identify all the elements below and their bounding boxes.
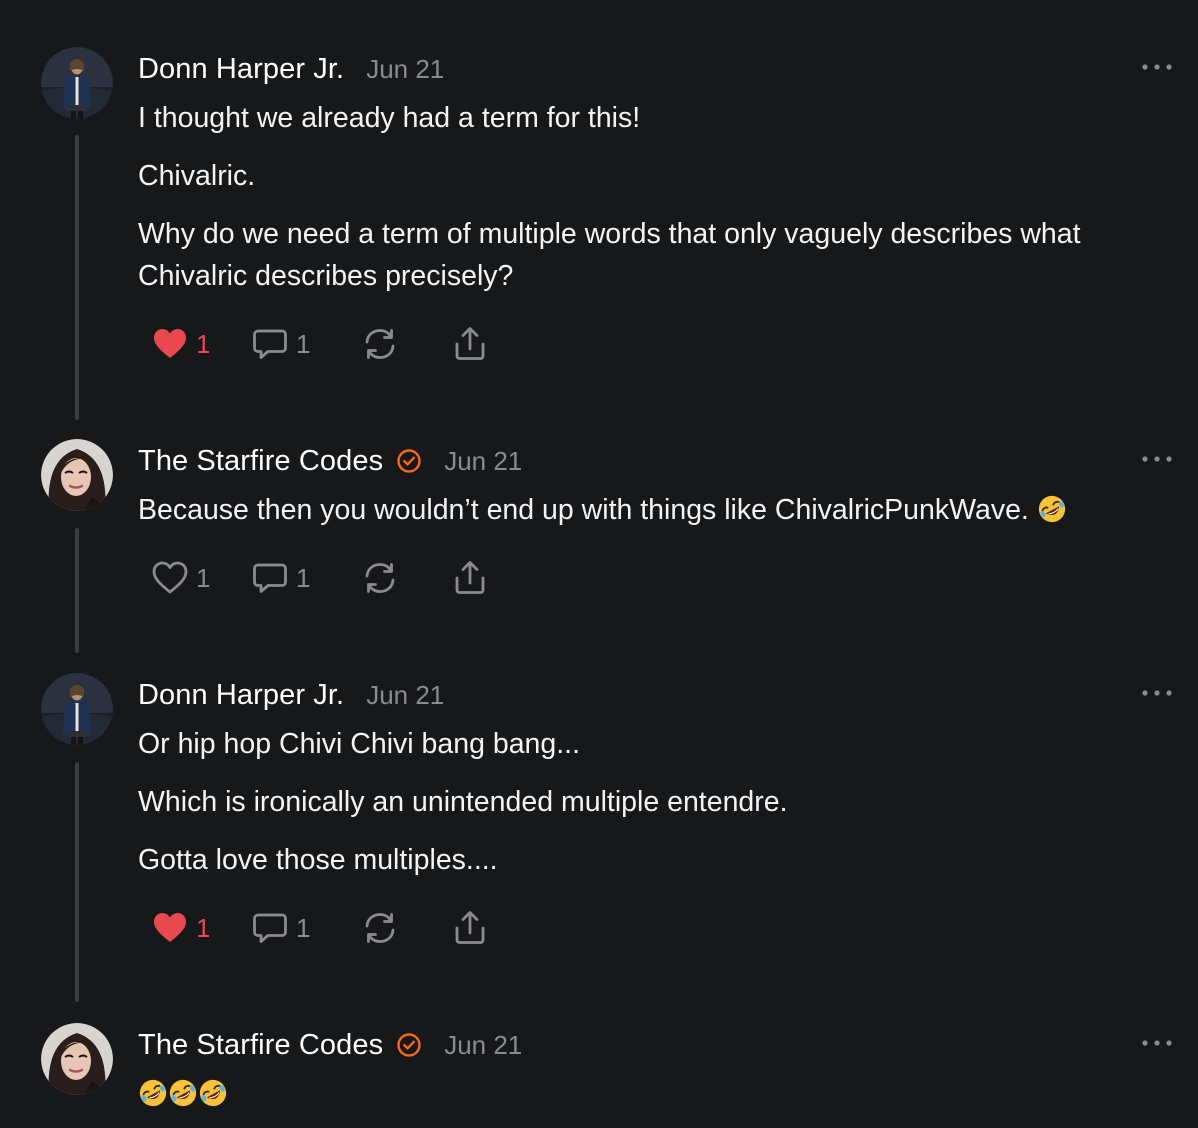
like-button[interactable]: 1 [150, 558, 210, 598]
share-upload-icon [450, 558, 490, 598]
restack-arrows-icon [360, 324, 400, 364]
rolling-on-floor-laughing-emoji [168, 1078, 198, 1108]
comment-paragraph: Gotta love those multiples.... [138, 844, 498, 876]
restack-button[interactable] [360, 324, 400, 364]
author-name[interactable]: Donn Harper Jr. [138, 679, 344, 712]
share-upload-icon [450, 908, 490, 948]
heart-icon [150, 324, 190, 364]
thread-line [75, 135, 79, 420]
comment-paragraph: Because then you wouldn’t end up with th… [138, 489, 1067, 531]
thread-line [75, 762, 79, 1002]
comment-text: Because then you wouldn’t end up with th… [138, 494, 1029, 526]
restack-arrows-icon [360, 558, 400, 598]
verified-check-badge-icon [396, 1032, 422, 1058]
more-options-icon[interactable] [1140, 1036, 1174, 1050]
avatar[interactable] [41, 47, 113, 119]
woman-portrait-avatar [41, 1023, 113, 1095]
restack-button[interactable] [360, 558, 400, 598]
heart-icon [150, 558, 190, 598]
reply-button[interactable]: 1 [250, 558, 310, 598]
comment-header: Donn Harper Jr. Jun 21 [138, 51, 444, 87]
rolling-on-floor-laughing-emoji [1037, 494, 1067, 524]
thread-line [75, 528, 79, 653]
restack-button[interactable] [360, 908, 400, 948]
share-button[interactable] [450, 558, 490, 598]
comment-date[interactable]: Jun 21 [444, 1030, 522, 1061]
like-count: 1 [196, 912, 211, 943]
comment-date[interactable]: Jun 21 [366, 54, 444, 85]
comment-paragraph: Which is ironically an unintended multip… [138, 786, 788, 818]
like-count: 1 [196, 328, 211, 359]
comment-bubble-icon [250, 908, 290, 948]
comment-bubble-icon [250, 558, 290, 598]
comment-paragraph: Why do we need a term of multiple words … [138, 218, 1081, 250]
restack-arrows-icon [360, 908, 400, 948]
reply-count: 1 [296, 328, 311, 359]
like-button[interactable]: 1 [150, 324, 210, 364]
share-upload-icon [450, 324, 490, 364]
reply-count: 1 [296, 912, 311, 943]
like-count: 1 [196, 562, 211, 593]
comment-header: The Starfire Codes Jun 21 [138, 443, 522, 479]
man-portrait-avatar [41, 47, 113, 119]
verified-check-badge-icon [396, 448, 422, 474]
rolling-on-floor-laughing-emoji [198, 1078, 228, 1108]
comment-header: Donn Harper Jr. Jun 21 [138, 677, 444, 713]
woman-portrait-avatar [41, 439, 113, 511]
comment-paragraph: Chivalric. [138, 160, 256, 192]
avatar[interactable] [41, 673, 113, 745]
comment-emoji-body [138, 1073, 228, 1115]
author-name[interactable]: The Starfire Codes [138, 1029, 383, 1062]
more-options-icon[interactable] [1140, 686, 1174, 700]
avatar[interactable] [41, 439, 113, 511]
comment-paragraph: Chivalric describes precisely? [138, 260, 514, 292]
reply-count: 1 [296, 562, 311, 593]
rolling-on-floor-laughing-emoji [138, 1078, 168, 1108]
share-button[interactable] [450, 324, 490, 364]
heart-icon [150, 908, 190, 948]
author-name[interactable]: Donn Harper Jr. [138, 53, 344, 86]
comment-paragraph: I thought we already had a term for this… [138, 102, 641, 134]
comment-date[interactable]: Jun 21 [366, 680, 444, 711]
share-button[interactable] [450, 908, 490, 948]
comment-date[interactable]: Jun 21 [444, 446, 522, 477]
more-options-icon[interactable] [1140, 452, 1174, 466]
avatar[interactable] [41, 1023, 113, 1095]
man-portrait-avatar [41, 673, 113, 745]
author-name[interactable]: The Starfire Codes [138, 445, 383, 478]
like-button[interactable]: 1 [150, 908, 210, 948]
reply-button[interactable]: 1 [250, 324, 310, 364]
comment-paragraph: Or hip hop Chivi Chivi bang bang... [138, 728, 581, 760]
comment-bubble-icon [250, 324, 290, 364]
more-options-icon[interactable] [1140, 60, 1174, 74]
comment-header: The Starfire Codes Jun 21 [138, 1027, 522, 1063]
reply-button[interactable]: 1 [250, 908, 310, 948]
